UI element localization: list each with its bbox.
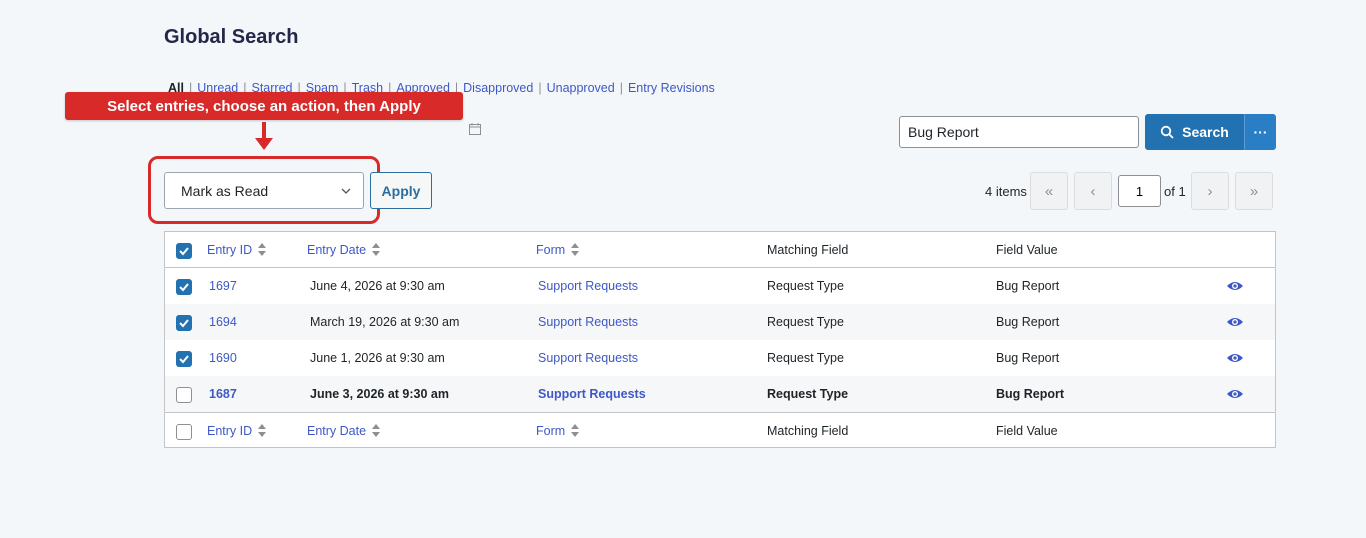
column-entry-id[interactable]: Entry ID	[207, 232, 267, 268]
column-label: Entry ID	[207, 424, 253, 438]
row-checkbox[interactable]	[176, 387, 192, 403]
entry-date: June 4, 2026 at 9:30 am	[310, 279, 445, 293]
row-checkbox[interactable]	[176, 315, 192, 331]
entry-id-link[interactable]: 1694	[209, 304, 237, 340]
column-matching-field: Matching Field	[767, 243, 849, 257]
sort-icon	[571, 424, 580, 438]
field-value: Bug Report	[996, 351, 1060, 365]
eye-icon[interactable]	[1226, 279, 1244, 293]
apply-button[interactable]: Apply	[370, 172, 432, 209]
filter-separator: |	[538, 81, 542, 95]
instruction-callout: Select entries, choose an action, then A…	[65, 92, 463, 120]
last-page-button[interactable]: »	[1235, 172, 1273, 210]
column-field-value: Field Value	[996, 424, 1058, 438]
first-page-button[interactable]: «	[1030, 172, 1068, 210]
select-all-checkbox[interactable]	[176, 243, 192, 259]
items-count: 4 items	[985, 184, 1027, 199]
next-page-button[interactable]: ›	[1191, 172, 1229, 210]
callout-arrow-head	[255, 138, 273, 150]
sort-icon	[258, 424, 267, 438]
sort-icon	[372, 424, 381, 438]
column-matching-field: Matching Field	[767, 424, 849, 438]
filter-separator: |	[619, 81, 623, 95]
column-entry-date[interactable]: Entry Date	[307, 232, 381, 268]
table-footer: Entry ID Entry Date Form Matching Field …	[165, 412, 1275, 448]
search-button[interactable]: Search	[1145, 114, 1244, 150]
column-label: Form	[536, 424, 566, 438]
check-icon	[179, 355, 189, 364]
column-label: Entry Date	[307, 243, 367, 257]
sort-icon	[372, 243, 381, 257]
table-row[interactable]: 1690 June 1, 2026 at 9:30 am Support Req…	[165, 340, 1275, 376]
entry-date: March 19, 2026 at 9:30 am	[310, 315, 460, 329]
row-checkbox[interactable]	[176, 279, 192, 295]
column-field-value: Field Value	[996, 243, 1058, 257]
bulk-action-value: Mark as Read	[181, 182, 269, 199]
matching-field: Request Type	[767, 387, 849, 401]
form-link[interactable]: Support Requests	[538, 304, 638, 340]
entry-id-link[interactable]: 1690	[209, 340, 237, 376]
filter-entry-revisions[interactable]: Entry Revisions	[628, 81, 715, 95]
form-link[interactable]: Support Requests	[538, 268, 638, 304]
eye-icon[interactable]	[1226, 387, 1244, 401]
table-row[interactable]: 1687 June 3, 2026 at 9:30 am Support Req…	[165, 376, 1275, 412]
filter-unapproved[interactable]: Unapproved	[547, 81, 615, 95]
field-value: Bug Report	[996, 315, 1060, 329]
search-button-label: Search	[1182, 124, 1229, 140]
prev-page-button[interactable]: ‹	[1074, 172, 1112, 210]
total-pages: of 1	[1164, 184, 1186, 199]
column-form[interactable]: Form	[536, 413, 580, 449]
column-label: Form	[536, 243, 566, 257]
table-header: Entry ID Entry Date Form Matching Field …	[165, 232, 1275, 268]
matching-field: Request Type	[767, 315, 844, 329]
column-form[interactable]: Form	[536, 232, 580, 268]
chevron-down-icon	[341, 188, 351, 194]
search-input[interactable]	[899, 116, 1139, 148]
column-label: Entry Date	[307, 424, 367, 438]
form-link[interactable]: Support Requests	[538, 376, 646, 412]
row-checkbox[interactable]	[176, 351, 192, 367]
eye-icon[interactable]	[1226, 315, 1244, 329]
column-label: Entry ID	[207, 243, 253, 257]
check-icon	[179, 283, 189, 292]
field-value: Bug Report	[996, 387, 1065, 401]
entry-id-link[interactable]: 1687	[209, 376, 237, 412]
matching-field: Request Type	[767, 351, 844, 365]
entries-table: Entry ID Entry Date Form Matching Field …	[164, 231, 1276, 448]
more-options-button[interactable]: ···	[1244, 114, 1276, 150]
column-entry-id[interactable]: Entry ID	[207, 413, 267, 449]
form-link[interactable]: Support Requests	[538, 340, 638, 376]
table-row[interactable]: 1697 June 4, 2026 at 9:30 am Support Req…	[165, 268, 1275, 304]
column-entry-date[interactable]: Entry Date	[307, 413, 381, 449]
bulk-action-select[interactable]: Mark as Read	[164, 172, 364, 209]
field-value: Bug Report	[996, 279, 1060, 293]
page-title: Global Search	[164, 26, 299, 48]
table-row[interactable]: 1694 March 19, 2026 at 9:30 am Support R…	[165, 304, 1275, 340]
entry-date: June 1, 2026 at 9:30 am	[310, 351, 445, 365]
search-icon	[1160, 125, 1174, 139]
check-icon	[179, 247, 189, 256]
filter-disapproved[interactable]: Disapproved	[463, 81, 533, 95]
eye-icon[interactable]	[1226, 351, 1244, 365]
matching-field: Request Type	[767, 279, 844, 293]
entry-id-link[interactable]: 1697	[209, 268, 237, 304]
current-page-input[interactable]	[1118, 175, 1161, 207]
select-all-checkbox-footer[interactable]	[176, 424, 192, 440]
sort-icon	[571, 243, 580, 257]
sort-icon	[258, 243, 267, 257]
calendar-icon[interactable]	[468, 122, 482, 136]
check-icon	[179, 319, 189, 328]
entry-date: June 3, 2026 at 9:30 am	[310, 387, 449, 401]
